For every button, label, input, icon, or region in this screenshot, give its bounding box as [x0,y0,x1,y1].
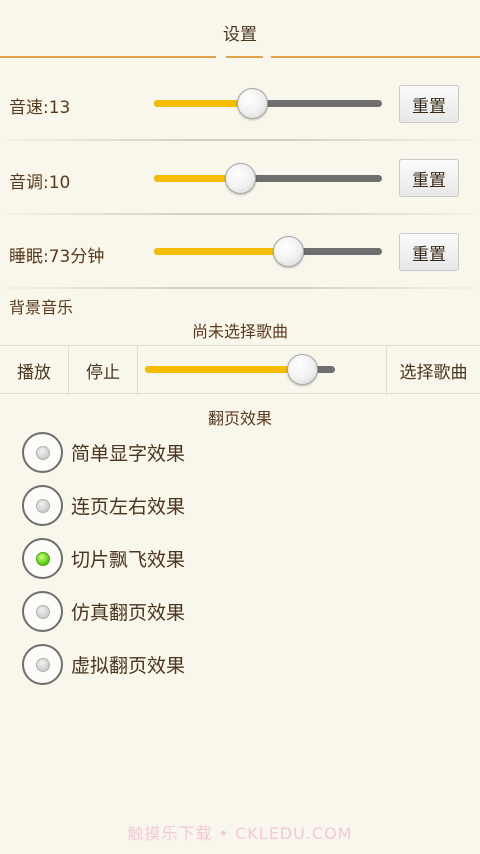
radio-unchecked-indicator [36,604,50,619]
watermark: 触摸乐下载 • CKLEDU.COM [127,824,353,843]
radio-unchecked-indicator [36,445,50,460]
pitch-slider[interactable] [154,163,382,194]
sleep-reset-button[interactable]: 重置 [399,233,459,271]
page-effect-option[interactable]: 虚拟翻页效果 [22,643,185,685]
radio-button[interactable] [22,590,63,632]
pitch-reset-button[interactable]: 重置 [399,159,459,197]
title-bar: 设置 [0,0,480,62]
page-effect-option-label: 切片飘飞效果 [71,548,186,571]
radio-button[interactable] [22,484,63,526]
stop-button[interactable]: 停止 [69,346,137,395]
page-effect-title: 翻页效果 [207,409,272,428]
radio-checked-indicator [36,551,50,566]
radio-unchecked-indicator [36,657,50,672]
sleep-slider-fill [154,248,289,255]
page-effect-option[interactable]: 切片飘飞效果 [22,537,185,579]
page-effect-option-label: 连页左右效果 [71,495,186,518]
music-control-bar: 播放 停止 选择歌曲 [0,345,480,395]
sleep-slider[interactable] [154,236,382,267]
music-volume-thumb[interactable] [287,354,319,385]
title-underline-right [271,56,480,58]
sleep-slider-thumb[interactable] [273,236,305,267]
speed-label: 音速:13 [9,98,71,118]
sleep-row: 睡眠:73分钟 重置 [0,215,480,289]
radio-unchecked-indicator [36,498,50,513]
pitch-slider-thumb[interactable] [225,163,257,194]
song-status-text: 尚未选择歌曲 [191,322,288,341]
pitch-label: 音调:10 [9,173,71,193]
speed-slider-thumb[interactable] [236,88,268,119]
music-section-label: 背景音乐 [9,298,74,317]
page-effect-option[interactable]: 连页左右效果 [22,484,185,526]
speed-slider[interactable] [154,88,382,119]
radio-button[interactable] [22,537,63,579]
speed-reset-button[interactable]: 重置 [399,85,459,123]
music-separator [137,346,138,395]
music-volume-slider[interactable] [145,354,335,385]
sleep-divider [5,287,475,289]
title-underline-center [226,56,263,58]
title-underline-left [0,56,216,58]
page-effect-option-label: 简单显字效果 [71,442,186,465]
speed-row: 音速:13 重置 [0,66,480,141]
radio-button[interactable] [22,643,63,685]
page-effect-option-label: 虚拟翻页效果 [71,654,186,677]
page-title: 设置 [223,25,257,45]
pitch-row: 音调:10 重置 [0,141,480,215]
music-volume-fill [145,366,303,373]
play-button[interactable]: 播放 [0,346,68,395]
page-effect-option[interactable]: 简单显字效果 [22,431,185,473]
choose-song-button[interactable]: 选择歌曲 [387,346,480,395]
page-effect-option-label: 仿真翻页效果 [71,601,186,624]
sleep-label: 睡眠:73分钟 [9,247,105,267]
page-effect-option[interactable]: 仿真翻页效果 [22,590,185,632]
radio-button[interactable] [22,431,63,473]
